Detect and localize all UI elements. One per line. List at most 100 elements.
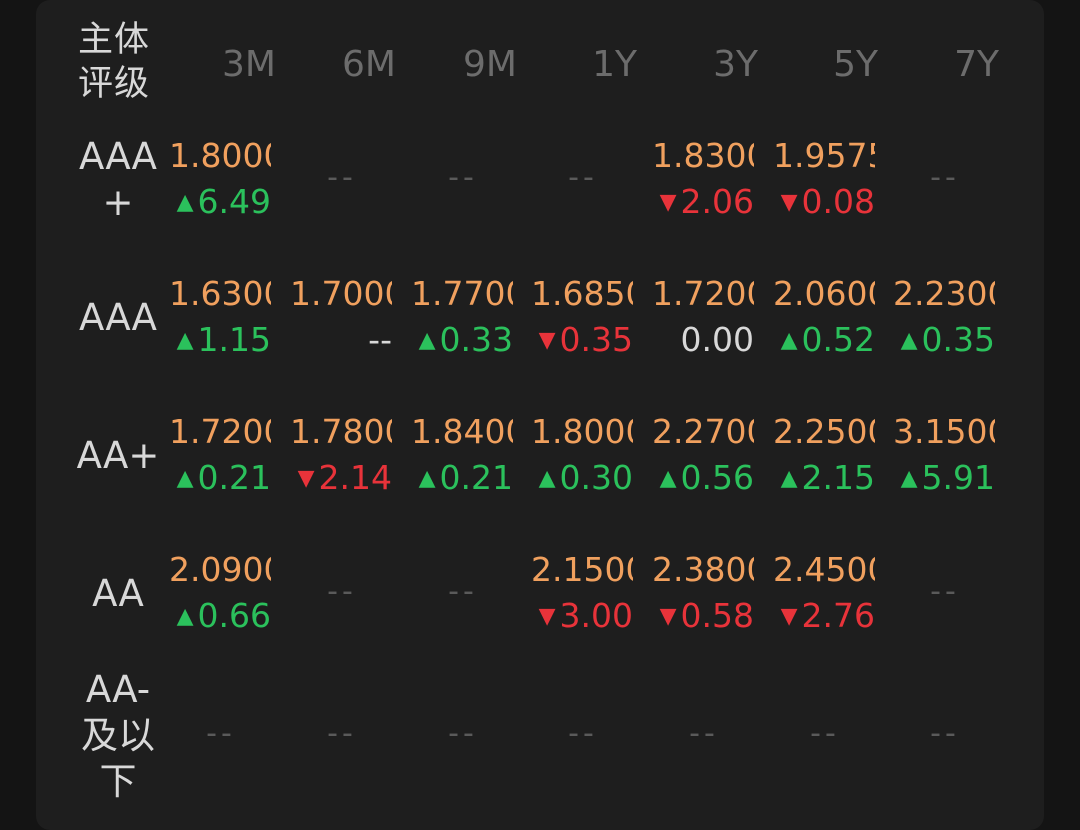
rating-label: AA (70, 571, 166, 617)
empty-cell: -- (930, 160, 960, 195)
down-triangle-icon: ▼ (538, 328, 556, 353)
rating-column-header: 主体 评级 (78, 18, 160, 106)
change-value: 0.21 (439, 458, 513, 497)
term-header-5y[interactable]: 5Y (768, 44, 878, 85)
change-value: 0.52 (801, 320, 875, 359)
down-triangle-icon: ▼ (659, 190, 677, 215)
rating-label-line: AA+ (76, 434, 160, 477)
table-header: 主体 评级 3M 6M 9M 1Y 3Y 5Y 7Y (0, 0, 1080, 120)
yield-cell[interactable]: 1.8300 ▼2.06 (652, 134, 756, 230)
yield-value: 1.7000 (290, 274, 392, 313)
empty-cell: -- (930, 574, 960, 609)
yield-value: 3.1500 (893, 412, 995, 451)
yield-cell[interactable]: 1.7700 ▲0.33 (411, 272, 515, 368)
yield-change: ▲ 5.91 (901, 456, 995, 501)
rating-label-line: AA (92, 572, 144, 615)
down-triangle-icon: ▼ (780, 604, 798, 629)
yield-value: 1.7700 (411, 274, 513, 313)
yield-cell[interactable]: 2.0600 ▲0.52 (773, 272, 877, 368)
rating-header-line1: 主体 (78, 20, 151, 60)
yield-cell[interactable]: 3.1500 ▲5.91 (893, 410, 997, 506)
yield-value: 2.0600 (773, 274, 875, 313)
rating-label-line: AAA (79, 296, 157, 339)
yield-change: ▲ 0.35 (901, 318, 995, 363)
term-header-3y[interactable]: 3Y (648, 44, 758, 85)
yield-value: 1.7200 (169, 412, 271, 451)
up-triangle-icon: ▲ (659, 466, 677, 491)
rating-label-line: 及以 (81, 714, 155, 757)
up-triangle-icon: ▲ (176, 328, 194, 353)
change-value: 5.91 (921, 458, 995, 497)
yield-cell[interactable]: 1.6300 ▲1.15 (169, 272, 273, 368)
up-triangle-icon: ▲ (176, 190, 194, 215)
yield-cell[interactable]: 2.2700 ▲0.56 (652, 410, 756, 506)
yield-value: 2.4500 (773, 550, 875, 589)
yield-cell[interactable]: 1.8000 ▲6.49 (169, 134, 273, 230)
rating-label-line: AA- (85, 668, 151, 711)
change-value: 2.76 (801, 596, 875, 635)
change-value: -- (368, 320, 392, 359)
change-value: 0.21 (197, 458, 271, 497)
change-value: 0.66 (197, 596, 271, 635)
term-header-9m[interactable]: 9M (407, 44, 517, 85)
down-triangle-icon: ▼ (538, 604, 556, 629)
yield-change: ▼ 0.58 (660, 594, 754, 639)
yield-cell[interactable]: 1.7800 ▼2.14 (290, 410, 394, 506)
yield-cell[interactable]: 1.8000 ▲0.30 (531, 410, 635, 506)
yield-cell[interactable]: 2.4500 ▼2.76 (773, 548, 877, 644)
empty-cell: -- (568, 716, 598, 751)
yield-cell[interactable]: 2.3800 ▼0.58 (652, 548, 756, 644)
up-triangle-icon: ▲ (176, 604, 194, 629)
yield-cell[interactable]: 1.9575 ▼0.08 (773, 134, 877, 230)
rating-header-line2: 评级 (78, 64, 151, 104)
empty-cell: -- (327, 574, 357, 609)
yield-cell[interactable]: 1.6850 ▼0.35 (531, 272, 635, 368)
yield-change: ▲ 2.15 (781, 456, 875, 501)
empty-cell: -- (689, 716, 719, 751)
yield-change: ▼ 0.08 (781, 180, 875, 225)
rating-label: AAA + (70, 134, 166, 226)
yield-change: ▲ 0.56 (660, 456, 754, 501)
yield-cell[interactable]: 2.2500 ▲2.15 (773, 410, 877, 506)
yield-value: 1.8000 (531, 412, 633, 451)
yield-value: 2.3800 (652, 550, 754, 589)
term-header-1y[interactable]: 1Y (527, 44, 637, 85)
yield-cell[interactable]: 1.8400 ▲0.21 (411, 410, 515, 506)
yield-cell[interactable]: 2.1500 ▼3.00 (531, 548, 635, 644)
change-value: 0.30 (559, 458, 633, 497)
yield-cell[interactable]: 1.7200 0.00 (652, 272, 756, 368)
down-triangle-icon: ▼ (780, 190, 798, 215)
yield-value: 2.2500 (773, 412, 875, 451)
yield-value: 2.2300 (893, 274, 995, 313)
term-header-6m[interactable]: 6M (286, 44, 396, 85)
yield-cell[interactable]: 2.0900 ▲0.66 (169, 548, 273, 644)
empty-cell: -- (568, 160, 598, 195)
yield-cell[interactable]: 2.2300 ▲0.35 (893, 272, 997, 368)
yield-change: ▼ 2.76 (781, 594, 875, 639)
rating-label: AAA (70, 295, 166, 341)
term-header-7y[interactable]: 7Y (889, 44, 999, 85)
up-triangle-icon: ▲ (176, 466, 194, 491)
rating-label: AA- 及以下 (70, 667, 166, 805)
rating-label-line: AAA (79, 135, 157, 178)
yield-change: ▲ 0.33 (419, 318, 513, 363)
yield-cell[interactable]: 1.7000 -- (290, 272, 394, 368)
empty-cell: -- (327, 160, 357, 195)
empty-cell: -- (930, 716, 960, 751)
yield-change: ▲ 0.21 (419, 456, 513, 501)
yield-change: ▲ 1.15 (177, 318, 271, 363)
yield-value: 1.7800 (290, 412, 392, 451)
yield-change: ▼ 0.35 (539, 318, 633, 363)
yield-cell[interactable]: 1.7200 ▲0.21 (169, 410, 273, 506)
yield-change: ▲ 0.21 (177, 456, 271, 501)
up-triangle-icon: ▲ (418, 466, 436, 491)
yield-value: 2.0900 (169, 550, 271, 589)
up-triangle-icon: ▲ (900, 328, 918, 353)
yield-change: ▼ 3.00 (539, 594, 633, 639)
empty-cell: -- (327, 716, 357, 751)
yield-change: ▲ 0.66 (177, 594, 271, 639)
term-header-3m[interactable]: 3M (166, 44, 276, 85)
yield-value: 2.2700 (652, 412, 754, 451)
empty-cell: -- (448, 160, 478, 195)
change-value: 1.15 (197, 320, 271, 359)
